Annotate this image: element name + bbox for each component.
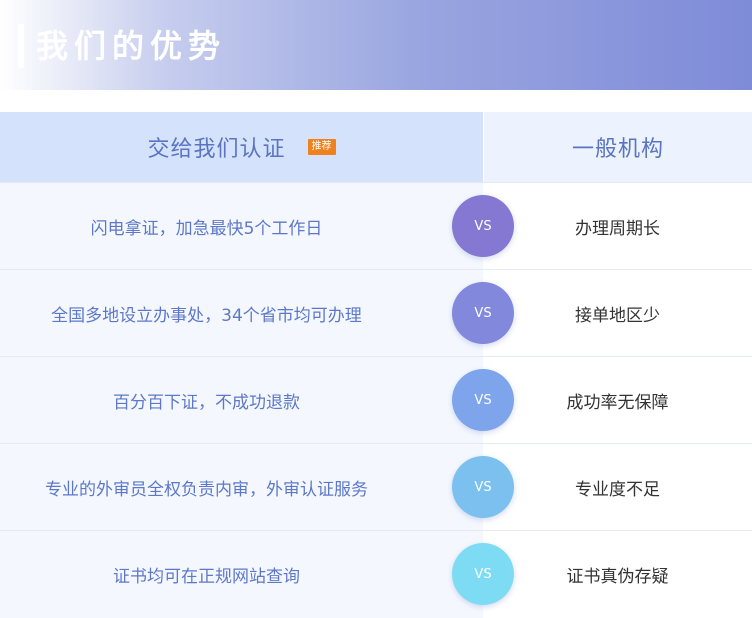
other-weakness-text: 接单地区少 — [575, 305, 660, 326]
our-column-title: 交给我们认证 — [147, 137, 286, 162]
our-advantage-cell: 专业的外审员全权负责内审，外审认证服务 — [0, 444, 483, 530]
other-weakness-cell: 成功率无保障 — [483, 357, 752, 443]
table-row: 闪电拿证，加急最快5个工作日 办理周期长 VS — [0, 182, 752, 269]
other-weakness-text: 办理周期长 — [575, 218, 660, 239]
other-weakness-cell: 办理周期长 — [483, 183, 752, 269]
advantages-page: 我们的优势 交给我们认证 推荐 一般机构 闪电拿证，加急最快5个工作日 办理周期… — [0, 0, 752, 618]
other-weakness-text: 证书真伪存疑 — [566, 566, 669, 587]
other-column-title: 一般机构 — [571, 137, 664, 162]
our-advantage-cell: 全国多地设立办事处，34个省市均可办理 — [0, 270, 483, 356]
vs-badge: VS — [452, 543, 514, 605]
table-row: 全国多地设立办事处，34个省市均可办理 接单地区少 VS — [0, 269, 752, 356]
other-weakness-cell: 证书真伪存疑 — [483, 531, 752, 617]
our-advantage-cell: 闪电拿证，加急最快5个工作日 — [0, 183, 483, 269]
title-banner: 我们的优势 — [0, 0, 752, 90]
our-advantage-cell: 百分百下证，不成功退款 — [0, 357, 483, 443]
our-advantage-text: 全国多地设立办事处，34个省市均可办理 — [51, 305, 362, 326]
other-weakness-text: 成功率无保障 — [566, 392, 669, 413]
other-weakness-text: 专业度不足 — [575, 479, 660, 500]
our-advantage-cell: 证书均可在正规网站查询 — [0, 531, 483, 617]
our-column-header: 交给我们认证 推荐 — [0, 112, 483, 182]
table-row: 百分百下证，不成功退款 成功率无保障 VS — [0, 356, 752, 443]
page-title: 我们的优势 — [36, 27, 227, 65]
our-advantage-text: 专业的外审员全权负责内审，外审认证服务 — [45, 479, 368, 500]
other-weakness-cell: 专业度不足 — [483, 444, 752, 530]
vs-badge: VS — [452, 282, 514, 344]
table-row: 专业的外审员全权负责内审，外审认证服务 专业度不足 VS — [0, 443, 752, 530]
our-advantage-text: 证书均可在正规网站查询 — [113, 566, 300, 587]
our-advantage-text: 百分百下证，不成功退款 — [113, 392, 300, 413]
other-column-header: 一般机构 — [483, 112, 752, 182]
vs-badge: VS — [452, 195, 514, 257]
recommend-badge: 推荐 — [307, 139, 336, 155]
title-accent-bar — [18, 24, 24, 68]
table-row: 证书均可在正规网站查询 证书真伪存疑 VS — [0, 530, 752, 617]
vs-badge: VS — [452, 456, 514, 518]
our-advantage-text: 闪电拿证，加急最快5个工作日 — [90, 218, 323, 239]
other-weakness-cell: 接单地区少 — [483, 270, 752, 356]
vs-badge: VS — [452, 369, 514, 431]
comparison-table: 交给我们认证 推荐 一般机构 闪电拿证，加急最快5个工作日 办理周期长 VS 全… — [0, 112, 752, 618]
